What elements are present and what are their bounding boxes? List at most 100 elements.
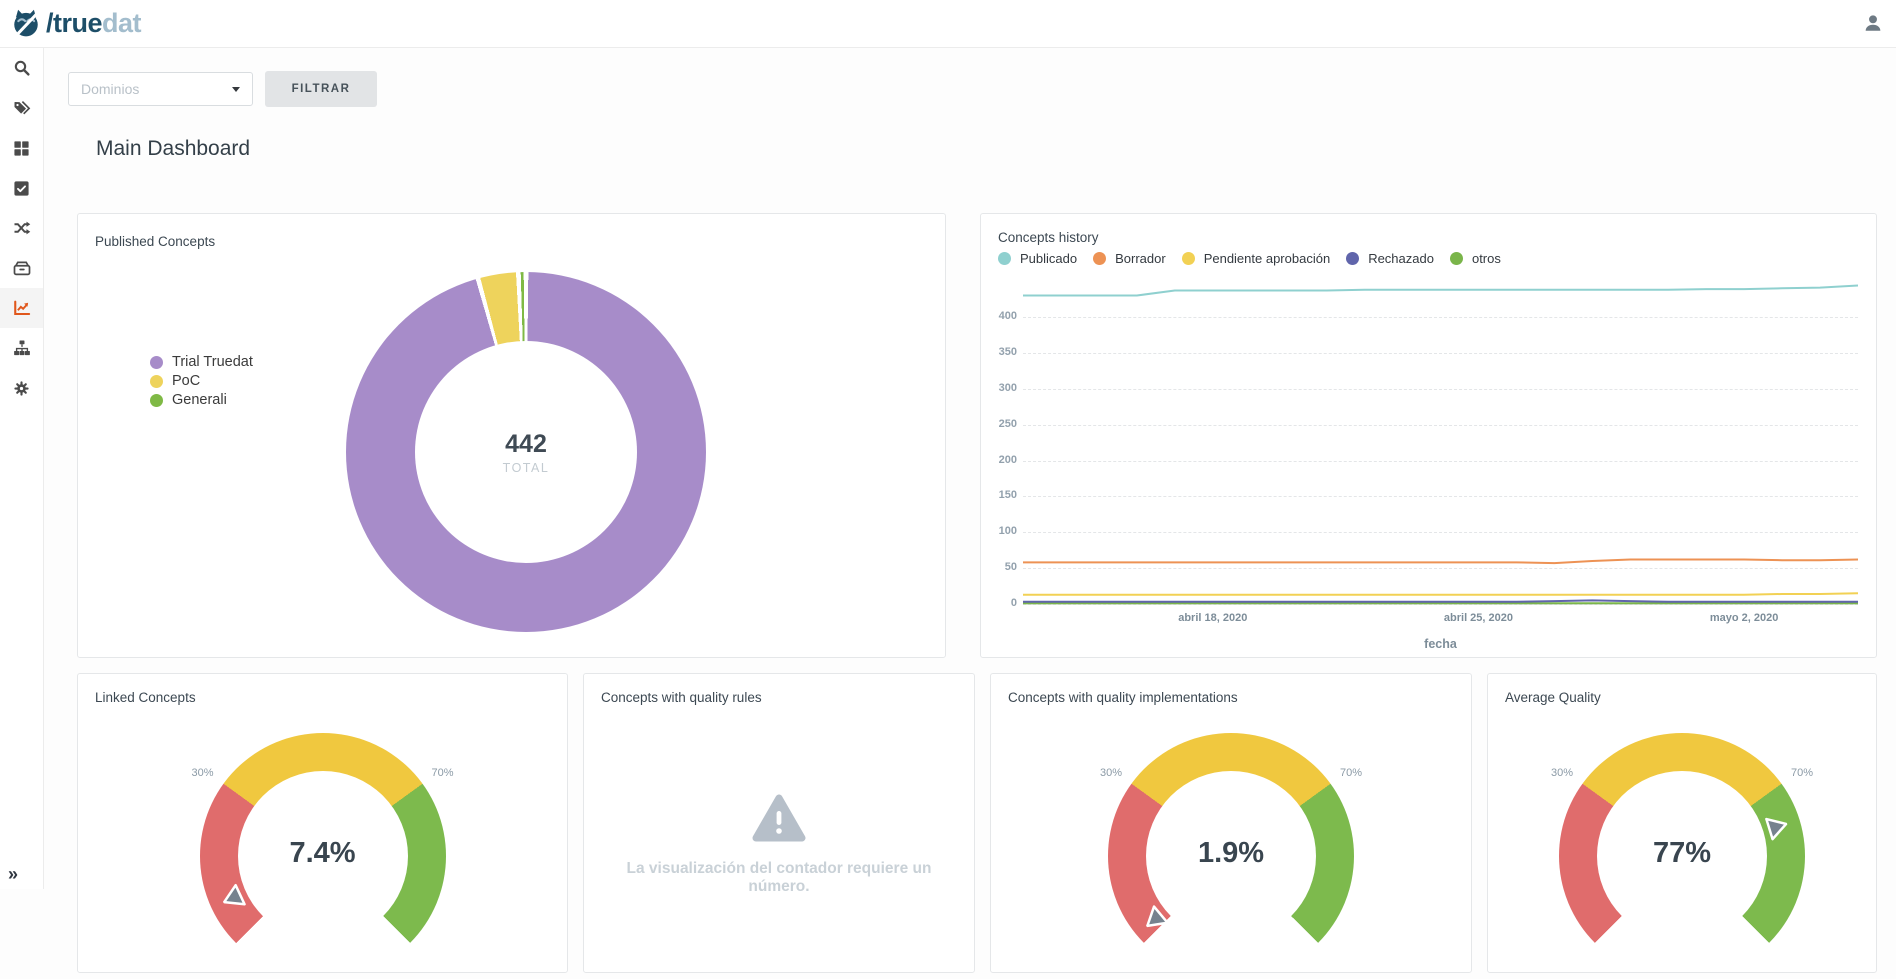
legend-label: Generali [172,392,227,408]
y-axis-tick-label: 150 [981,489,1017,501]
y-axis-tick-label: 50 [981,561,1017,573]
sidebar-item-dashboards[interactable] [0,288,43,328]
card-title: Concepts history [998,230,1099,245]
legend-dot [150,356,163,369]
filter-button[interactable]: FILTRAR [265,71,377,107]
sidebar-item-modules[interactable] [0,128,43,168]
legend-item[interactable]: PoC [150,373,253,389]
legend-label: Trial Truedat [172,354,253,370]
donut-center: 442 TOTAL [346,272,706,632]
legend-item[interactable]: Pendiente aprobación [1182,251,1331,266]
shuffle-icon [13,219,31,237]
x-axis-title: fecha [1023,637,1858,651]
legend-dot [1450,252,1463,265]
legend-item[interactable]: Rechazado [1346,251,1434,266]
card-title: Concepts with quality rules [601,690,762,705]
legend-dot [150,394,163,407]
sidebar-nav: » [0,48,44,889]
app-header: /truedat [0,0,1896,48]
legend-label: Rechazado [1368,251,1434,266]
legend-dot [150,375,163,388]
sidebar-collapse-button[interactable]: » [8,864,17,885]
legend-item[interactable]: Trial Truedat [150,354,253,370]
legend-item[interactable]: Publicado [998,251,1077,266]
legend-dot [1093,252,1106,265]
search-icon [13,59,31,77]
gauge-value: 77% [1559,837,1805,870]
domain-select-placeholder: Dominios [81,81,232,97]
x-axis-tick-label: mayo 2, 2020 [1689,612,1799,624]
legend-label: otros [1472,251,1501,266]
series-line-Rechazado [1023,600,1858,601]
legend-label: Borrador [1115,251,1166,266]
sidebar-item-data[interactable] [0,248,43,288]
sitemap-icon [13,339,31,357]
logo-text-dark: /true [46,8,102,38]
warning-icon [752,794,806,842]
domain-select[interactable]: Dominios [68,72,253,106]
y-axis-tick-label: 250 [981,418,1017,430]
series-line-Borrador [1023,560,1858,564]
logo-text-light: dat [102,8,141,38]
legend-item[interactable]: Generali [150,392,253,408]
archive-icon [13,259,31,277]
user-menu-button[interactable] [1862,12,1884,34]
gauge-tick-70: 70% [431,767,453,779]
donut-legend: Trial Truedat PoC Generali [150,354,253,408]
donut-total-value: 442 [505,430,547,459]
legend-label: Pendiente aprobación [1204,251,1331,266]
sidebar-item-quality[interactable] [0,168,43,208]
tags-icon [13,99,31,117]
gauge-tick-70: 70% [1791,767,1813,779]
y-axis-tick-label: 200 [981,454,1017,466]
gauge-value: 1.9% [1108,837,1354,870]
linked-concepts-card: Linked Concepts 30% 70% 7.4% [77,673,568,973]
card-title: Concepts with quality implementations [1008,690,1238,705]
sidebar-item-settings[interactable] [0,368,43,408]
counter-warning-message: La visualización del contador requiere u… [584,860,974,896]
sidebar-item-tags[interactable] [0,88,43,128]
card-title: Average Quality [1505,690,1601,705]
y-axis-tick-label: 400 [981,310,1017,322]
sidebar-item-search[interactable] [0,48,43,88]
sidebar-item-lineage[interactable] [0,208,43,248]
chart-line-icon [13,299,31,317]
sidebar-item-structure[interactable] [0,328,43,368]
truedat-logo[interactable]: /truedat [10,7,141,39]
legend-label: Publicado [1020,251,1077,266]
legend-dot [1346,252,1359,265]
legend-item[interactable]: otros [1450,251,1501,266]
check-square-icon [13,180,30,197]
x-axis-tick-label: abril 18, 2020 [1158,612,1268,624]
legend-dot [998,252,1011,265]
y-axis-tick-label: 300 [981,382,1017,394]
published-concepts-card: Published Concepts Trial Truedat PoC Gener… [77,213,946,658]
series-line-Publicado [1023,286,1858,296]
card-title: Published Concepts [95,234,215,249]
gear-icon [13,380,30,397]
gauge-chart[interactable]: 30% 70% 77% [1559,733,1805,979]
gauge-tick-30: 30% [1100,767,1122,779]
donut-total-label: TOTAL [503,461,550,475]
legend-label: PoC [172,373,200,389]
y-axis-tick-label: 0 [981,597,1017,609]
line-chart-plot[interactable] [1023,274,1858,606]
gauge-tick-70: 70% [1340,767,1362,779]
grid-icon [13,140,30,157]
page-title: Main Dashboard [96,137,250,161]
gauge-chart[interactable]: 30% 70% 1.9% [1108,733,1354,979]
gauge-tick-30: 30% [192,767,214,779]
y-axis-tick-label: 350 [981,346,1017,358]
x-axis-tick-label: abril 25, 2020 [1423,612,1533,624]
concepts-history-card: Concepts history Publicado Borrador Pendie… [980,213,1877,658]
gauge-tick-30: 30% [1551,767,1573,779]
gauge-value: 7.4% [200,837,446,870]
card-title: Linked Concepts [95,690,196,705]
average-quality-card: Average Quality 30% 70% 77% [1487,673,1877,973]
quality-implementations-card: Concepts with quality implementations 30… [990,673,1472,973]
quality-rules-card: Concepts with quality rules La visualiza… [583,673,975,973]
chevron-down-icon [232,87,240,92]
legend-item[interactable]: Borrador [1093,251,1166,266]
series-line-Pendiente aprobación [1023,593,1858,595]
gauge-chart[interactable]: 30% 70% 7.4% [200,733,446,979]
